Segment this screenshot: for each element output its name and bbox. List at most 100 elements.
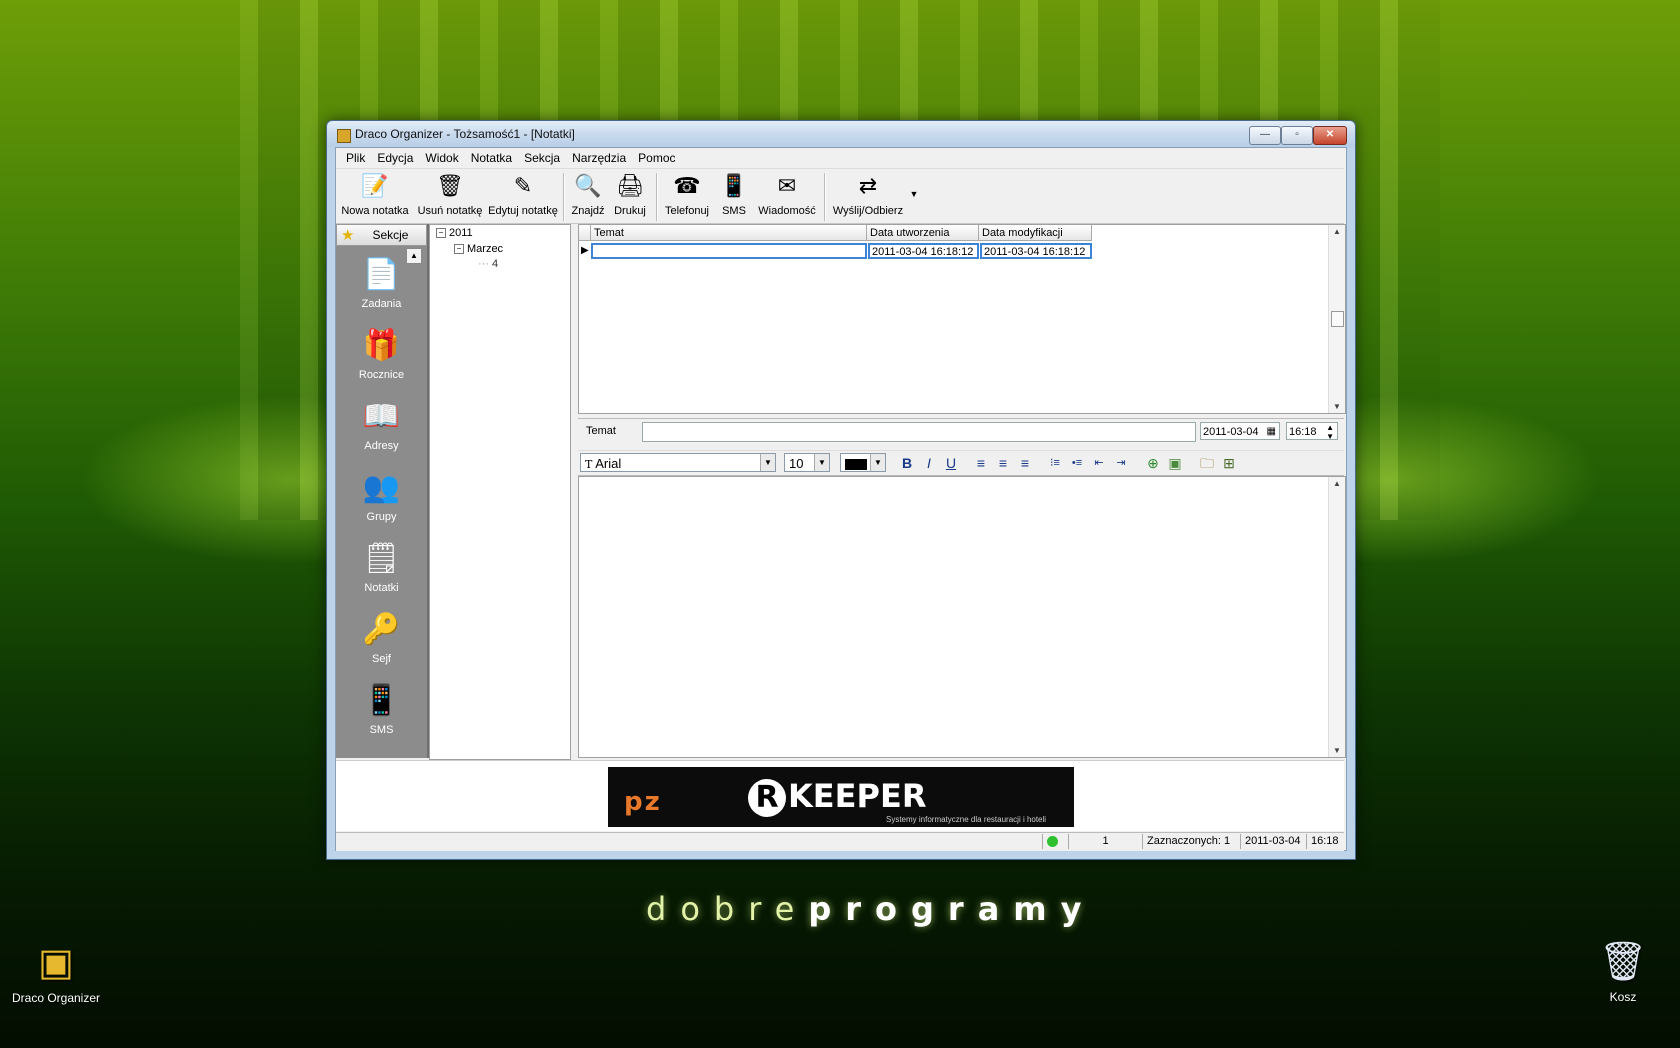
section-zadania[interactable]: 📄 Zadania <box>336 252 427 311</box>
pz-logo: pz <box>624 787 662 817</box>
save-file-icon[interactable]: ⊞ <box>1220 454 1238 472</box>
insert-link-icon[interactable]: ⊕ <box>1144 454 1162 472</box>
calendar-icon: ▦ <box>1266 426 1276 437</box>
bullet-list-icon[interactable]: •≡ <box>1068 454 1086 472</box>
status-bar: 1 Zaznaczonych: 1 2011-03-04 16:18 <box>336 832 1344 851</box>
delete-note-button[interactable]: 🗑 Usuń notatkę <box>416 171 484 217</box>
spinner-icon: ▲ ▼ <box>1326 423 1334 441</box>
column-data-modyfikacji[interactable]: Data modyfikacji <box>979 225 1092 241</box>
phone-icon: ☎ <box>673 173 701 198</box>
tree-node-month[interactable]: − Marzec <box>454 243 503 255</box>
align-left-icon[interactable]: ≡ <box>972 454 990 472</box>
scroll-thumb[interactable] <box>1331 311 1344 327</box>
menu-widok[interactable]: Widok <box>419 151 464 165</box>
tree-node-day[interactable]: ··· 4 <box>478 258 498 270</box>
color-select[interactable]: ▼ <box>840 453 886 472</box>
font-size-select[interactable]: 10 ▼ <box>784 453 830 472</box>
maximize-button[interactable]: ▫ <box>1281 126 1313 145</box>
section-grupy[interactable]: 👥 Grupy <box>336 465 427 524</box>
status-dot-icon <box>1047 836 1058 847</box>
send-receive-icon: ⇄ <box>858 173 878 198</box>
scroll-down-icon[interactable]: ▼ <box>1333 402 1341 411</box>
toolbar-separator <box>563 173 565 221</box>
open-file-icon[interactable]: 🗀 <box>1198 454 1216 472</box>
desktop-icon-draco-organizer[interactable]: ▣ Draco Organizer <box>8 940 104 1005</box>
subject-label: Temat <box>586 425 616 437</box>
toolbar-separator <box>824 173 826 221</box>
underline-button[interactable]: U <box>942 454 960 472</box>
scroll-up-icon[interactable]: ▲ <box>1333 227 1341 236</box>
section-adresy[interactable]: 📖 Adresy <box>336 394 427 453</box>
tree-node-year[interactable]: −2011 <box>436 227 473 239</box>
section-rocznice[interactable]: 🎁 Rocznice <box>336 323 427 382</box>
time-spinner[interactable]: 16:18 ▲ ▼ <box>1286 422 1338 441</box>
minimize-button[interactable]: — <box>1249 126 1281 145</box>
date-picker[interactable]: 2011-03-04 ▦ <box>1200 422 1280 440</box>
sections-sidebar: ★ Sekcje ▲ 📄 Zadania 🎁 Rocznice 📖 Adresy… <box>336 224 429 758</box>
menu-narzedzia[interactable]: Narzędzia <box>566 151 632 165</box>
banner-tagline: Systemy informatyczne dla restauracji i … <box>886 815 1047 824</box>
section-sejf[interactable]: 🔑 Sejf <box>336 607 427 666</box>
column-temat[interactable]: Temat <box>591 225 867 241</box>
find-button[interactable]: 🔍 Znajdź <box>568 171 608 217</box>
sms-button[interactable]: 📱 SMS <box>716 171 752 217</box>
menu-sekcja[interactable]: Sekcja <box>518 151 566 165</box>
align-right-icon[interactable]: ≡ <box>1016 454 1034 472</box>
title-bar[interactable]: Draco Organizer - Tożsamość1 - [Notatki]… <box>327 121 1355 147</box>
increase-indent-icon[interactable]: ⇥ <box>1112 454 1130 472</box>
bold-button[interactable]: B <box>898 454 916 472</box>
menu-bar: Plik Edycja Widok Notatka Sekcja Narzędz… <box>336 148 1346 168</box>
cell-modified[interactable]: 2011-03-04 16:18:12 <box>980 243 1092 259</box>
column-data-utworzenia[interactable]: Data utworzenia <box>867 225 979 241</box>
menu-plik[interactable]: Plik <box>340 151 371 165</box>
insert-image-icon[interactable]: ▣ <box>1166 454 1184 472</box>
color-swatch <box>845 459 867 471</box>
send-receive-dropdown-icon[interactable]: ▼ <box>908 189 920 199</box>
font-icon: T <box>585 458 593 471</box>
dropdown-icon: ▼ <box>814 454 829 471</box>
close-button[interactable]: ✕ <box>1313 126 1347 145</box>
print-button[interactable]: 🖨 Drukuj <box>610 171 650 217</box>
phone-button[interactable]: ☎ Telefonuj <box>661 171 713 217</box>
address-book-icon: 📖 <box>362 399 401 433</box>
status-count: 1 <box>1068 834 1138 849</box>
notes-grid: Temat Data utworzenia Data modyfikacji ▶… <box>578 224 1346 414</box>
app-icon[interactable] <box>337 129 351 143</box>
desktop-icon-recycle-bin[interactable]: 🗑 Kosz <box>1590 940 1656 1004</box>
tasks-icon: 📄 <box>362 257 401 291</box>
status-time: 16:18 <box>1306 834 1344 849</box>
cell-created[interactable]: 2011-03-04 16:18:12 <box>868 243 979 259</box>
grid-row-header <box>579 225 591 241</box>
section-notatki[interactable]: 🗒 Notatki <box>336 536 427 595</box>
italic-button[interactable]: I <box>920 454 938 472</box>
rkeeper-banner[interactable]: pz R KEEPER Systemy informatyczne dla res… <box>608 767 1074 827</box>
new-note-button[interactable]: 📝 Nowa notatka <box>340 171 410 217</box>
align-center-icon[interactable]: ≡ <box>994 454 1012 472</box>
subject-input[interactable] <box>642 422 1196 442</box>
scroll-up-icon[interactable]: ▲ <box>1333 479 1341 488</box>
note-editor[interactable]: ▲ ▼ <box>578 476 1346 758</box>
collapse-icon[interactable]: − <box>454 244 464 255</box>
grid-scrollbar[interactable]: ▲ ▼ <box>1328 225 1345 413</box>
collapse-icon[interactable]: − <box>436 228 446 239</box>
menu-notatka[interactable]: Notatka <box>465 151 518 165</box>
sections-header[interactable]: ★ Sekcje <box>336 224 427 246</box>
notes-icon: 🗒 <box>362 541 401 575</box>
edit-note-button[interactable]: ✎ Edytuj notatkę <box>488 171 558 217</box>
cell-temat[interactable] <box>591 243 867 259</box>
menu-edycja[interactable]: Edycja <box>371 151 419 165</box>
decrease-indent-icon[interactable]: ⇤ <box>1090 454 1108 472</box>
editor-scrollbar[interactable]: ▲ ▼ <box>1328 477 1345 757</box>
dropdown-icon: ▼ <box>870 454 885 471</box>
send-receive-button[interactable]: ⇄ Wyślij/Odbierz <box>830 171 906 217</box>
numbered-list-icon[interactable]: ⁝≡ <box>1046 454 1064 472</box>
message-icon: ✉ <box>777 173 797 198</box>
date-tree: −2011 − Marzec ··· 4 <box>429 224 571 760</box>
menu-pomoc[interactable]: Pomoc <box>632 151 681 165</box>
message-button[interactable]: ✉ Wiadomość <box>756 171 818 217</box>
toolbar-separator <box>656 173 658 221</box>
scroll-down-icon[interactable]: ▼ <box>1333 746 1341 755</box>
font-select[interactable]: T Arial ▼ <box>580 453 776 472</box>
window-title: Draco Organizer - Tożsamość1 - [Notatki] <box>355 127 575 141</box>
section-sms[interactable]: 📱 SMS <box>336 678 427 737</box>
